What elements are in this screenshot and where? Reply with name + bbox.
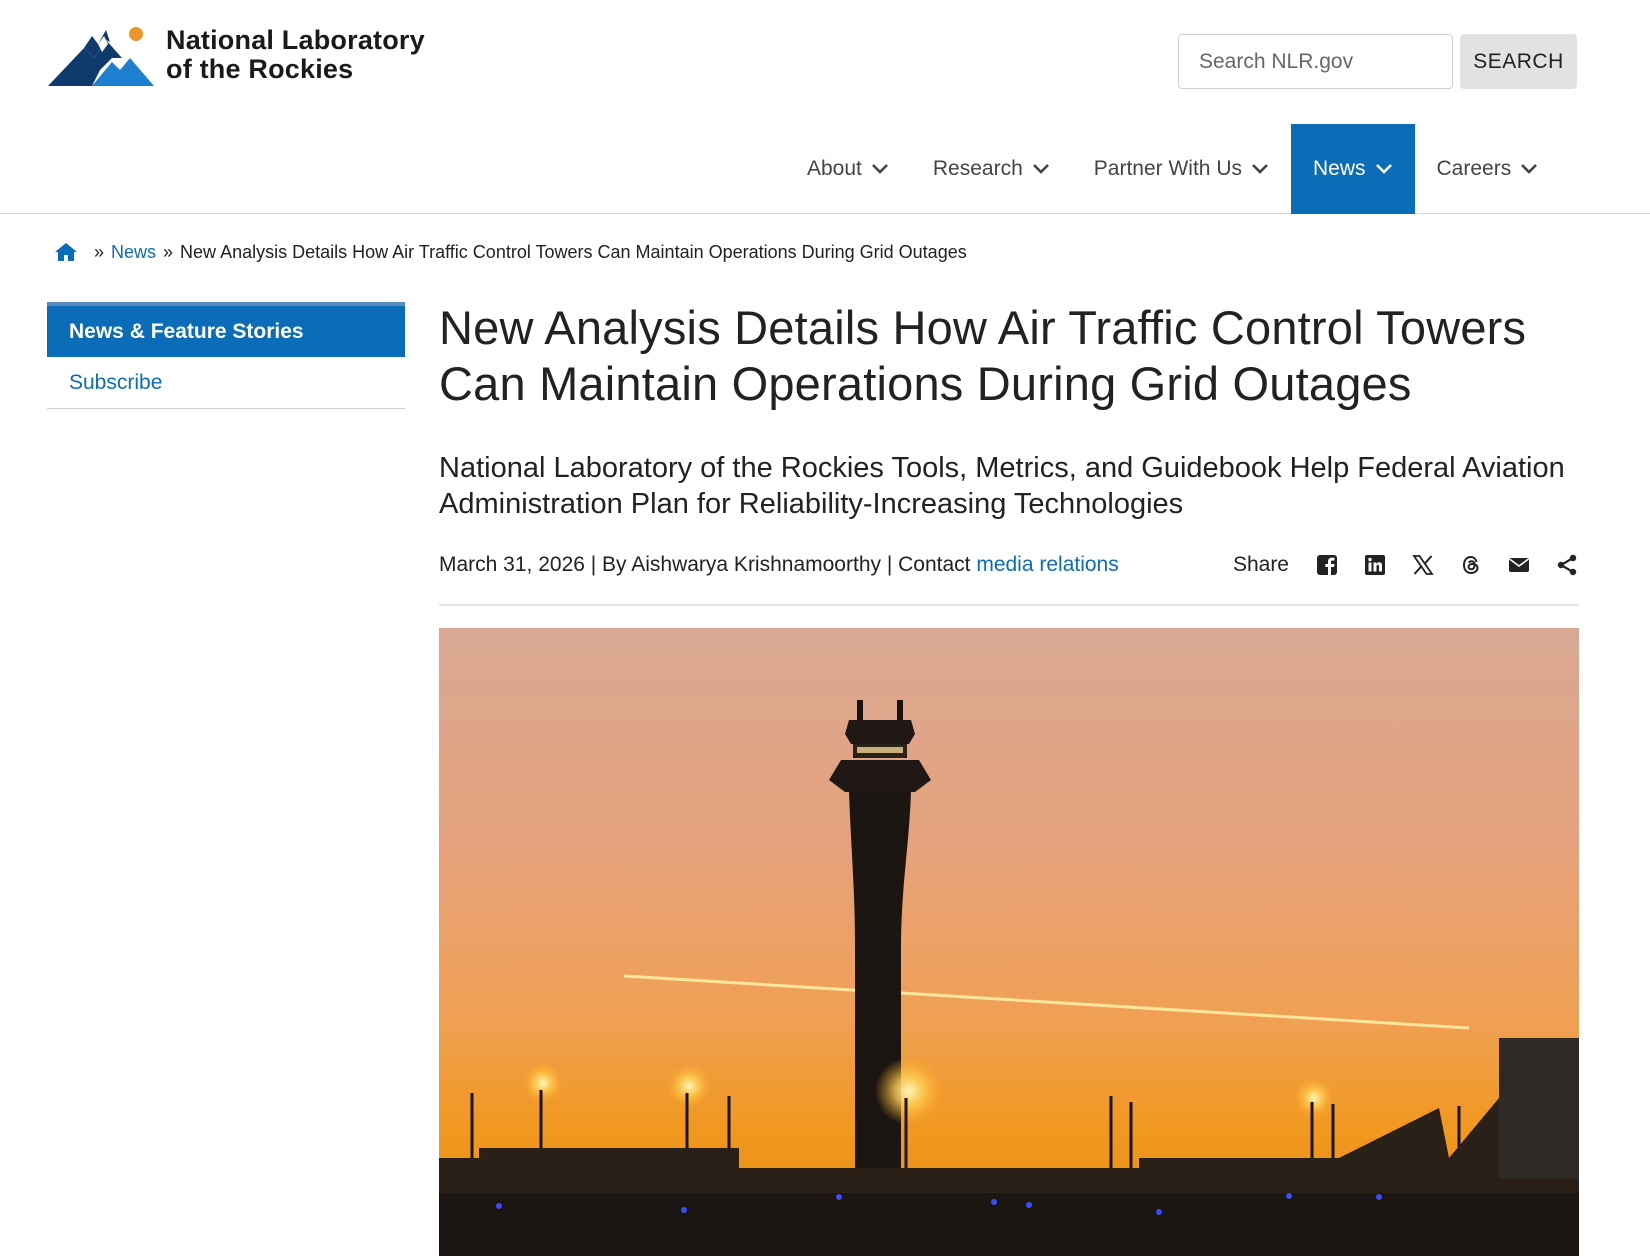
- article-meta: March 31, 2026 | By Aishwarya Krishnamoo…: [439, 550, 1579, 580]
- sidebar-item-news-feature-stories[interactable]: News & Feature Stories: [47, 302, 405, 357]
- email-icon[interactable]: [1507, 553, 1531, 577]
- nav-label: About: [807, 157, 862, 180]
- sidebar-item-subscribe[interactable]: Subscribe: [47, 357, 405, 409]
- hero-image-control-tower: [439, 628, 1579, 1256]
- media-relations-link[interactable]: media relations: [976, 553, 1118, 576]
- article-title: New Analysis Details How Air Traffic Con…: [439, 301, 1527, 410]
- chevron-down-icon: [1375, 164, 1392, 174]
- chevron-down-icon: [871, 164, 888, 174]
- x-icon[interactable]: [1411, 553, 1435, 577]
- chevron-down-icon: [1521, 164, 1538, 174]
- mountain-logo-icon: [48, 27, 154, 86]
- search-input[interactable]: [1178, 34, 1453, 89]
- nav-item-partner-with-us[interactable]: Partner With Us: [1072, 124, 1291, 214]
- share-label: Share: [1232, 553, 1289, 576]
- nav-label: Careers: [1436, 157, 1512, 180]
- nav-item-about[interactable]: About: [785, 124, 911, 214]
- search-form: SEARCH: [1178, 34, 1577, 89]
- nav-item-news[interactable]: News: [1290, 124, 1415, 214]
- chevron-down-icon: [1032, 164, 1049, 174]
- linkedin-icon[interactable]: [1363, 553, 1387, 577]
- nav-label: Research: [932, 157, 1023, 180]
- divider: [439, 604, 1579, 606]
- sidebar: News & Feature Stories Subscribe: [47, 302, 405, 409]
- share-bar: Share: [1233, 553, 1579, 577]
- share-icon[interactable]: [1555, 553, 1579, 577]
- site-header: National Laboratory of the Rockies SEARC…: [0, 0, 1650, 214]
- home-icon[interactable]: [54, 241, 78, 263]
- article-subtitle: National Laboratory of the Rockies Tools…: [439, 452, 1565, 520]
- logo-text: National Laboratory of the Rockies: [166, 26, 425, 84]
- nav-label: News: [1312, 157, 1366, 180]
- facebook-icon[interactable]: [1315, 553, 1339, 577]
- breadcrumb-news-link[interactable]: News: [111, 242, 156, 263]
- logo-line-1: National Laboratory: [166, 25, 425, 55]
- byline: March 31, 2026 | By Aishwarya Krishnamoo…: [439, 553, 1119, 577]
- breadcrumb-separator: »: [163, 241, 174, 262]
- byline-text: March 31, 2026 | By Aishwarya Krishnamoo…: [439, 553, 977, 576]
- nav-item-research[interactable]: Research: [911, 124, 1072, 214]
- site-logo[interactable]: National Laboratory of the Rockies: [48, 22, 425, 88]
- breadcrumb: » News » New Analysis Details How Air Tr…: [54, 241, 967, 263]
- logo-line-2: of the Rockies: [166, 54, 354, 84]
- nav-label: Partner With Us: [1093, 157, 1242, 180]
- main-nav: About Research Partner With Us News Care…: [0, 124, 1650, 214]
- breadcrumb-current: New Analysis Details How Air Traffic Con…: [180, 241, 967, 262]
- chevron-down-icon: [1252, 164, 1268, 174]
- search-button[interactable]: SEARCH: [1460, 34, 1577, 89]
- breadcrumb-separator: »: [94, 241, 105, 262]
- threads-icon[interactable]: [1459, 553, 1483, 577]
- article: New Analysis Details How Air Traffic Con…: [439, 300, 1579, 1256]
- nav-item-careers[interactable]: Careers: [1415, 124, 1561, 214]
